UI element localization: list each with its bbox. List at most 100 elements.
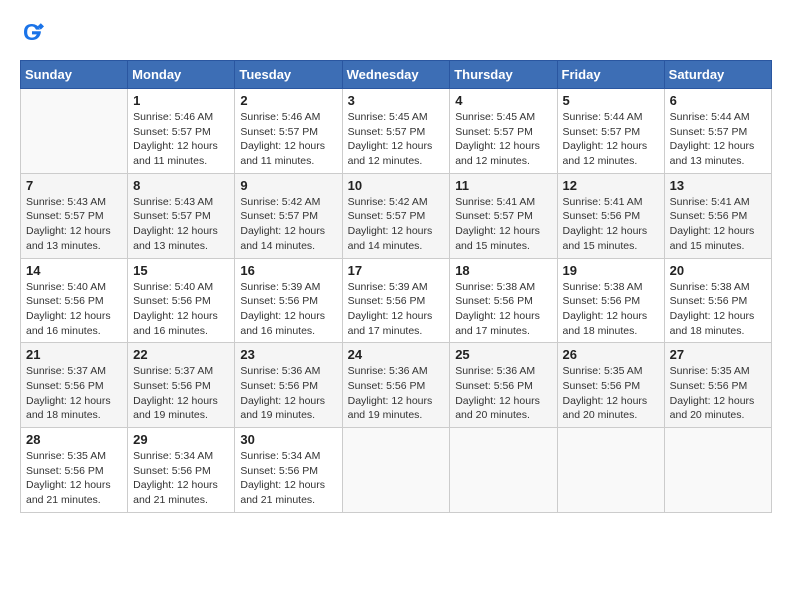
logo-icon [20, 20, 44, 44]
calendar-cell: 5 Sunrise: 5:44 AM Sunset: 5:57 PM Daylig… [557, 89, 664, 174]
day-info: Sunrise: 5:44 AM Sunset: 5:57 PM Dayligh… [670, 110, 766, 169]
header-friday: Friday [557, 61, 664, 89]
calendar-cell: 25 Sunrise: 5:36 AM Sunset: 5:56 PM Dayli… [450, 343, 557, 428]
header-monday: Monday [128, 61, 235, 89]
day-info: Sunrise: 5:38 AM Sunset: 5:56 PM Dayligh… [455, 280, 551, 339]
calendar-cell: 14 Sunrise: 5:40 AM Sunset: 5:56 PM Dayli… [21, 258, 128, 343]
calendar-cell: 18 Sunrise: 5:38 AM Sunset: 5:56 PM Dayli… [450, 258, 557, 343]
day-info: Sunrise: 5:39 AM Sunset: 5:56 PM Dayligh… [240, 280, 336, 339]
day-number: 15 [133, 263, 229, 278]
day-number: 18 [455, 263, 551, 278]
calendar-week-1: 1 Sunrise: 5:46 AM Sunset: 5:57 PM Daylig… [21, 89, 772, 174]
page-header [20, 20, 772, 44]
day-number: 8 [133, 178, 229, 193]
day-number: 21 [26, 347, 122, 362]
day-info: Sunrise: 5:40 AM Sunset: 5:56 PM Dayligh… [133, 280, 229, 339]
day-number: 7 [26, 178, 122, 193]
calendar-cell: 19Sunrise: 5:38 AM Sunset: 5:56 PM Dayli… [557, 258, 664, 343]
calendar-cell: 2 Sunrise: 5:46 AM Sunset: 5:57 PM Daylig… [235, 89, 342, 174]
day-info: Sunrise: 5:36 AM Sunset: 5:56 PM Dayligh… [348, 364, 445, 423]
day-number: 1 [133, 93, 229, 108]
calendar-cell: 24 Sunrise: 5:36 AM Sunset: 5:56 PM Dayli… [342, 343, 450, 428]
day-number: 12 [563, 178, 659, 193]
day-number: 22 [133, 347, 229, 362]
day-number: 10 [348, 178, 445, 193]
day-number: 14 [26, 263, 122, 278]
day-number: 2 [240, 93, 336, 108]
day-number: 20 [670, 263, 766, 278]
day-info: Sunrise: 5:42 AM Sunset: 5:57 PM Dayligh… [240, 195, 336, 254]
calendar-cell: 7 Sunrise: 5:43 AM Sunset: 5:57 PM Daylig… [21, 173, 128, 258]
calendar-cell: 12 Sunrise: 5:41 AM Sunset: 5:56 PM Dayli… [557, 173, 664, 258]
day-info: Sunrise: 5:40 AM Sunset: 5:56 PM Dayligh… [26, 280, 122, 339]
calendar-cell: 23 Sunrise: 5:36 AM Sunset: 5:56 PM Dayli… [235, 343, 342, 428]
calendar-cell: 8 Sunrise: 5:43 AM Sunset: 5:57 PM Daylig… [128, 173, 235, 258]
day-info: Sunrise: 5:46 AM Sunset: 5:57 PM Dayligh… [133, 110, 229, 169]
day-info: Sunrise: 5:44 AM Sunset: 5:57 PM Dayligh… [563, 110, 659, 169]
day-number: 5 [563, 93, 659, 108]
header-sunday: Sunday [21, 61, 128, 89]
calendar-table: SundayMondayTuesdayWednesdayThursdayFrid… [20, 60, 772, 513]
day-number: 4 [455, 93, 551, 108]
day-number: 24 [348, 347, 445, 362]
calendar-week-3: 14 Sunrise: 5:40 AM Sunset: 5:56 PM Dayli… [21, 258, 772, 343]
day-info: Sunrise: 5:41 AM Sunset: 5:57 PM Dayligh… [455, 195, 551, 254]
calendar-cell: 21 Sunrise: 5:37 AM Sunset: 5:56 PM Dayli… [21, 343, 128, 428]
calendar-cell [342, 428, 450, 513]
calendar-cell: 6 Sunrise: 5:44 AM Sunset: 5:57 PM Daylig… [664, 89, 771, 174]
calendar-cell: 16 Sunrise: 5:39 AM Sunset: 5:56 PM Dayli… [235, 258, 342, 343]
calendar-week-4: 21 Sunrise: 5:37 AM Sunset: 5:56 PM Dayli… [21, 343, 772, 428]
calendar-cell: 3 Sunrise: 5:45 AM Sunset: 5:57 PM Daylig… [342, 89, 450, 174]
day-number: 17 [348, 263, 445, 278]
calendar-cell: 15 Sunrise: 5:40 AM Sunset: 5:56 PM Dayli… [128, 258, 235, 343]
calendar-cell: 26 Sunrise: 5:35 AM Sunset: 5:56 PM Dayli… [557, 343, 664, 428]
calendar-week-2: 7 Sunrise: 5:43 AM Sunset: 5:57 PM Daylig… [21, 173, 772, 258]
day-info: Sunrise: 5:37 AM Sunset: 5:56 PM Dayligh… [26, 364, 122, 423]
day-number: 11 [455, 178, 551, 193]
calendar-cell [557, 428, 664, 513]
day-info: Sunrise: 5:34 AM Sunset: 5:56 PM Dayligh… [240, 449, 336, 508]
day-number: 26 [563, 347, 659, 362]
day-number: 25 [455, 347, 551, 362]
day-info: Sunrise: 5:46 AM Sunset: 5:57 PM Dayligh… [240, 110, 336, 169]
calendar-cell: 30 Sunrise: 5:34 AM Sunset: 5:56 PM Dayli… [235, 428, 342, 513]
calendar-cell: 20 Sunrise: 5:38 AM Sunset: 5:56 PM Dayli… [664, 258, 771, 343]
day-info: Sunrise: 5:41 AM Sunset: 5:56 PM Dayligh… [563, 195, 659, 254]
calendar-cell [21, 89, 128, 174]
calendar-cell: 4 Sunrise: 5:45 AM Sunset: 5:57 PM Daylig… [450, 89, 557, 174]
calendar-cell: 17Sunrise: 5:39 AM Sunset: 5:56 PM Dayli… [342, 258, 450, 343]
day-info: Sunrise: 5:35 AM Sunset: 5:56 PM Dayligh… [563, 364, 659, 423]
day-info: Sunrise: 5:43 AM Sunset: 5:57 PM Dayligh… [133, 195, 229, 254]
day-info: Sunrise: 5:43 AM Sunset: 5:57 PM Dayligh… [26, 195, 122, 254]
day-info: Sunrise: 5:45 AM Sunset: 5:57 PM Dayligh… [348, 110, 445, 169]
day-info: Sunrise: 5:37 AM Sunset: 5:56 PM Dayligh… [133, 364, 229, 423]
calendar-cell: 27 Sunrise: 5:35 AM Sunset: 5:56 PM Dayli… [664, 343, 771, 428]
calendar-cell: 1 Sunrise: 5:46 AM Sunset: 5:57 PM Daylig… [128, 89, 235, 174]
day-info: Sunrise: 5:38 AM Sunset: 5:56 PM Dayligh… [670, 280, 766, 339]
day-info: Sunrise: 5:35 AM Sunset: 5:56 PM Dayligh… [670, 364, 766, 423]
calendar-cell: 10Sunrise: 5:42 AM Sunset: 5:57 PM Dayli… [342, 173, 450, 258]
calendar-cell: 9Sunrise: 5:42 AM Sunset: 5:57 PM Daylig… [235, 173, 342, 258]
day-info: Sunrise: 5:45 AM Sunset: 5:57 PM Dayligh… [455, 110, 551, 169]
header-saturday: Saturday [664, 61, 771, 89]
day-info: Sunrise: 5:41 AM Sunset: 5:56 PM Dayligh… [670, 195, 766, 254]
day-info: Sunrise: 5:36 AM Sunset: 5:56 PM Dayligh… [240, 364, 336, 423]
calendar-header-row: SundayMondayTuesdayWednesdayThursdayFrid… [21, 61, 772, 89]
day-number: 23 [240, 347, 336, 362]
day-number: 28 [26, 432, 122, 447]
calendar-cell: 11 Sunrise: 5:41 AM Sunset: 5:57 PM Dayli… [450, 173, 557, 258]
day-number: 6 [670, 93, 766, 108]
day-number: 16 [240, 263, 336, 278]
day-number: 27 [670, 347, 766, 362]
calendar-cell: 29Sunrise: 5:34 AM Sunset: 5:56 PM Dayli… [128, 428, 235, 513]
calendar-week-5: 28 Sunrise: 5:35 AM Sunset: 5:56 PM Dayli… [21, 428, 772, 513]
calendar-cell: 13Sunrise: 5:41 AM Sunset: 5:56 PM Dayli… [664, 173, 771, 258]
calendar-cell: 28 Sunrise: 5:35 AM Sunset: 5:56 PM Dayli… [21, 428, 128, 513]
day-info: Sunrise: 5:36 AM Sunset: 5:56 PM Dayligh… [455, 364, 551, 423]
day-number: 30 [240, 432, 336, 447]
logo [20, 20, 48, 44]
day-number: 3 [348, 93, 445, 108]
day-info: Sunrise: 5:35 AM Sunset: 5:56 PM Dayligh… [26, 449, 122, 508]
header-tuesday: Tuesday [235, 61, 342, 89]
header-thursday: Thursday [450, 61, 557, 89]
